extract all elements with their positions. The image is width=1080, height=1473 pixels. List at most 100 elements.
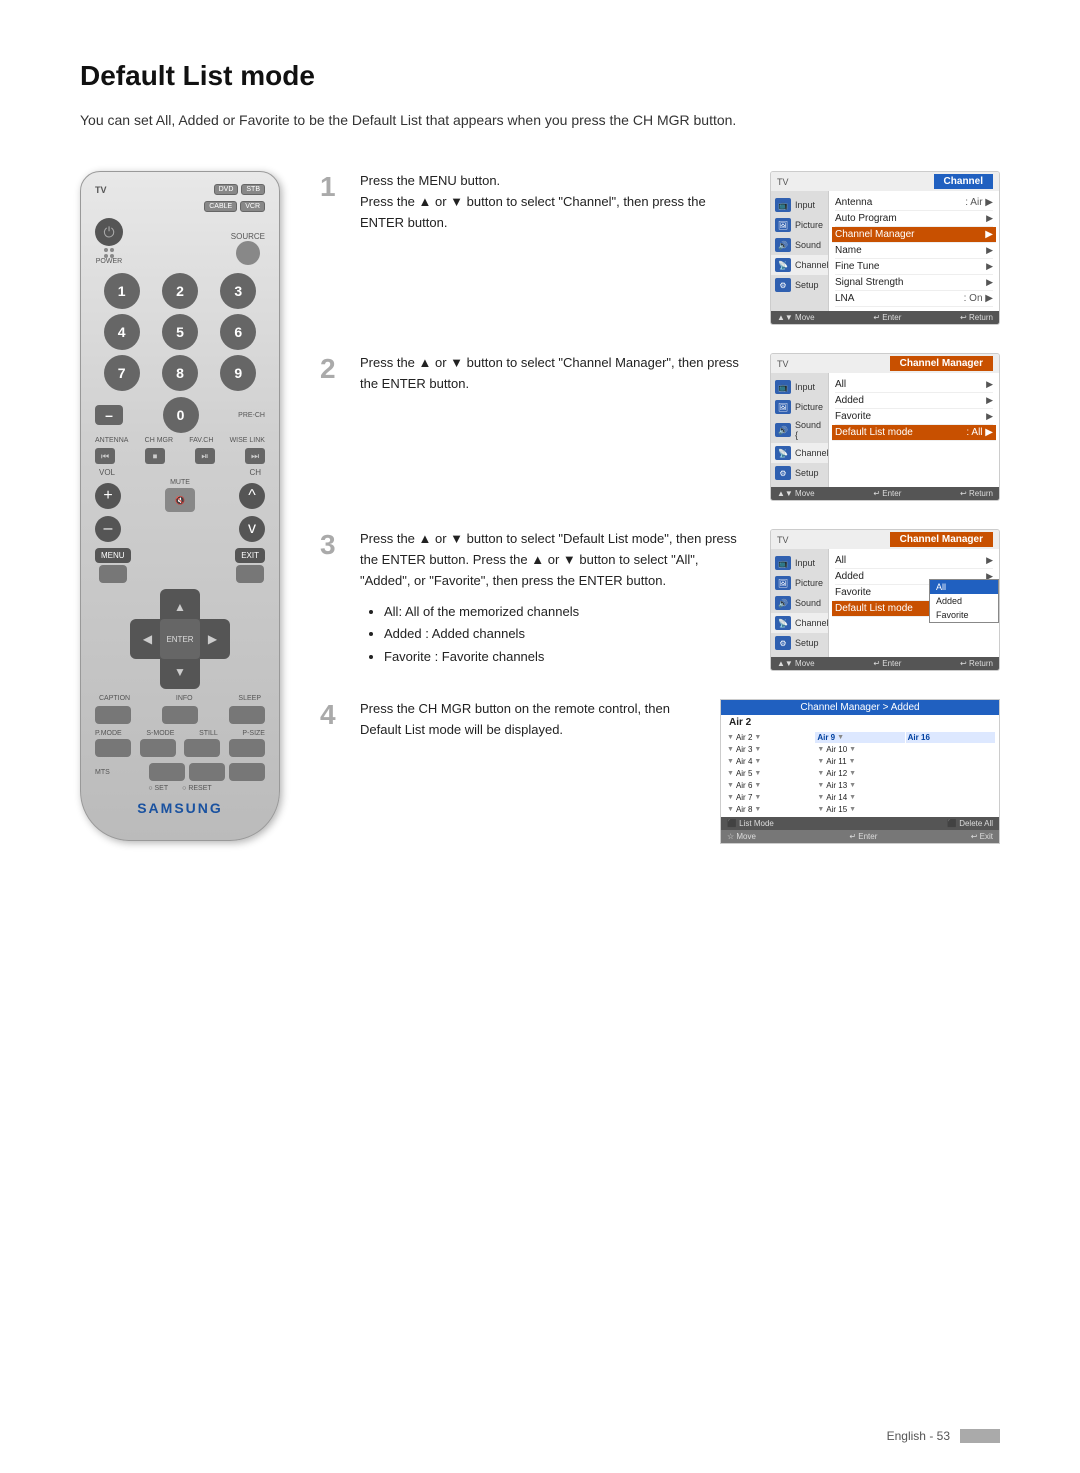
power-button[interactable]: ⏻: [95, 218, 123, 246]
psize-btn[interactable]: [229, 739, 265, 757]
vol-down-btn[interactable]: –: [95, 516, 121, 542]
mute-btn[interactable]: 🔇: [165, 488, 195, 512]
sidebar-channel-3: 📡 Channel: [771, 613, 828, 633]
tv-screen-4: Channel Manager > Added Air 2 ▼ Air 2 ▼ …: [720, 699, 1000, 844]
sidebar-input: 📺 Input: [771, 195, 828, 215]
stop-btn[interactable]: ⏹: [145, 448, 165, 464]
ch-down-btn[interactable]: v: [239, 516, 265, 542]
rew-btn[interactable]: ⏮: [95, 448, 115, 464]
tv-footer-3: ▲▼ Move↵ Enter↩ Return: [771, 657, 999, 670]
grid-cell: [906, 780, 995, 791]
dropdown-favorite: Favorite: [930, 608, 998, 622]
sidebar-sound-3: 🔊 Sound: [771, 593, 828, 613]
ch-label: CH: [249, 468, 261, 477]
stb-btn[interactable]: STB: [241, 184, 265, 195]
bullet-all: All: All of the memorized channels: [384, 601, 752, 623]
bullet-added: Added : Added channels: [384, 623, 752, 645]
power-source-row: ⏻ POWER SOURCE: [95, 218, 265, 265]
grid-cell: ▼ Air 2 ▼: [725, 732, 814, 743]
smode-btn[interactable]: [140, 739, 176, 757]
main-layout: TV DVD STB CABLE VCR ⏻: [80, 171, 1000, 844]
pre-ch-label: PRE-CH: [238, 412, 265, 419]
grid-cell: ▼ Air 10 ▼: [815, 744, 904, 755]
vol-up-btn[interactable]: +: [95, 483, 121, 509]
tv-channel-grid: ▼ Air 2 ▼ Air 9 ▼ Air 16 ▼ Air 3 ▼ ▼ Air…: [721, 730, 999, 817]
dpad: ▲ ▼ ◀ ▶ ENTER: [130, 589, 230, 689]
menu-exit-row: MENU EXIT: [95, 548, 265, 583]
dash-btn[interactable]: –: [95, 405, 123, 425]
info-btn[interactable]: [162, 706, 198, 724]
dpad-right[interactable]: ▶: [195, 619, 230, 659]
menu-btn[interactable]: MENU: [95, 548, 131, 563]
num-9-btn[interactable]: 9: [220, 355, 256, 391]
grid-cell: ▼ Air 8 ▼: [725, 804, 814, 815]
num-7-btn[interactable]: 7: [104, 355, 140, 391]
tv-screen-3: TV Channel Manager 📺 Input 🖼: [770, 529, 1000, 671]
srs-btn[interactable]: [189, 763, 225, 781]
caption-btn[interactable]: [95, 706, 131, 724]
page-content: Default List mode You can set All, Added…: [0, 0, 1080, 904]
dropdown-all: All: [930, 580, 998, 594]
cm-added: Added▶: [835, 393, 993, 409]
page-footer: English - 53: [887, 1429, 1000, 1443]
menu-signal-strength: Signal Strength▶: [835, 275, 993, 291]
num-3-btn[interactable]: 3: [220, 273, 256, 309]
tv-main-3: All▶ Added▶ Favorite▶ Default List mode▶…: [829, 549, 999, 657]
tv-body-1: 📺 Input 🖼 Picture 🔊 Sound: [771, 191, 999, 311]
num-0-btn[interactable]: 0: [163, 397, 199, 433]
num-2-btn[interactable]: 2: [162, 273, 198, 309]
remote-cable-vcr-row: CABLE VCR: [95, 201, 265, 212]
sidebar-picture-2: 🖼 Picture: [771, 397, 828, 417]
mute-label: MUTE: [170, 479, 190, 486]
ff-btn[interactable]: ⏭: [245, 448, 265, 464]
step-1-text: Press the MENU button. Press the ▲ or ▼ …: [360, 171, 752, 233]
dpad-down[interactable]: ▼: [160, 654, 200, 689]
dvd-btn[interactable]: DVD: [214, 184, 239, 195]
menu-fine-tune: Fine Tune▶: [835, 259, 993, 275]
grid-cell: ▼ Air 11 ▼: [815, 756, 904, 767]
caption-row: CAPTION INFO SLEEP: [95, 695, 265, 702]
cable-vcr-group: CABLE VCR: [204, 201, 265, 212]
steps-container: 1 Press the MENU button. Press the ▲ or …: [320, 171, 1000, 844]
dropdown-added: Added: [930, 594, 998, 608]
num-8-btn[interactable]: 8: [162, 355, 198, 391]
step-4-screen: Channel Manager > Added Air 2 ▼ Air 2 ▼ …: [720, 699, 1000, 844]
num-4-btn[interactable]: 4: [104, 314, 140, 350]
tv-sidebar-1: 📺 Input 🖼 Picture 🔊 Sound: [771, 191, 829, 311]
play-pause-btn[interactable]: ⏯: [195, 448, 215, 464]
channel-icon-3: 📡: [775, 616, 791, 630]
tv-screen-1: TV Channel 📺 Input 🖼: [770, 171, 1000, 325]
sound-icon: 🔊: [775, 238, 791, 252]
mts-srs-btns: [149, 763, 265, 781]
num-5-btn[interactable]: 5: [162, 314, 198, 350]
mts-btn[interactable]: [149, 763, 185, 781]
sidebar-sound: 🔊 Sound: [771, 235, 828, 255]
menu-channel-manager: Channel Manager▶: [832, 227, 996, 243]
source-label: SOURCE: [231, 232, 265, 241]
num-1-btn[interactable]: 1: [104, 273, 140, 309]
still-btn[interactable]: [184, 739, 220, 757]
grid-cell: [906, 768, 995, 779]
enter-btn[interactable]: ENTER: [160, 619, 200, 659]
pmode-btn[interactable]: [95, 739, 131, 757]
set-radio: ○ SET: [148, 785, 168, 792]
grid-cell: [906, 756, 995, 767]
grid-cell: ▼ Air 12 ▼: [815, 768, 904, 779]
step-1-number: 1: [320, 173, 342, 201]
input-icon-2: 📺: [775, 380, 791, 394]
sidebar-sound-2: 🔊 Sound {: [771, 417, 828, 443]
mute-center: MUTE 🔇: [165, 479, 195, 512]
ch-up-btn[interactable]: ^: [239, 483, 265, 509]
source-button[interactable]: [236, 241, 260, 265]
num-6-btn[interactable]: 6: [220, 314, 256, 350]
number-grid: 1 2 3 4 5 6 7 8 9: [95, 273, 265, 391]
exit-btn[interactable]: EXIT: [235, 548, 265, 563]
cm-favorite: Favorite▶: [835, 409, 993, 425]
sound-icon-2: 🔊: [775, 423, 791, 437]
sidebar-input-3: 📺 Input: [771, 553, 828, 573]
grid-cell: Air 9 ▼: [815, 732, 904, 743]
sleep-btn[interactable]: [229, 706, 265, 724]
cable-btn[interactable]: CABLE: [204, 201, 237, 212]
extra-btn[interactable]: [229, 763, 265, 781]
vcr-btn[interactable]: VCR: [240, 201, 265, 212]
